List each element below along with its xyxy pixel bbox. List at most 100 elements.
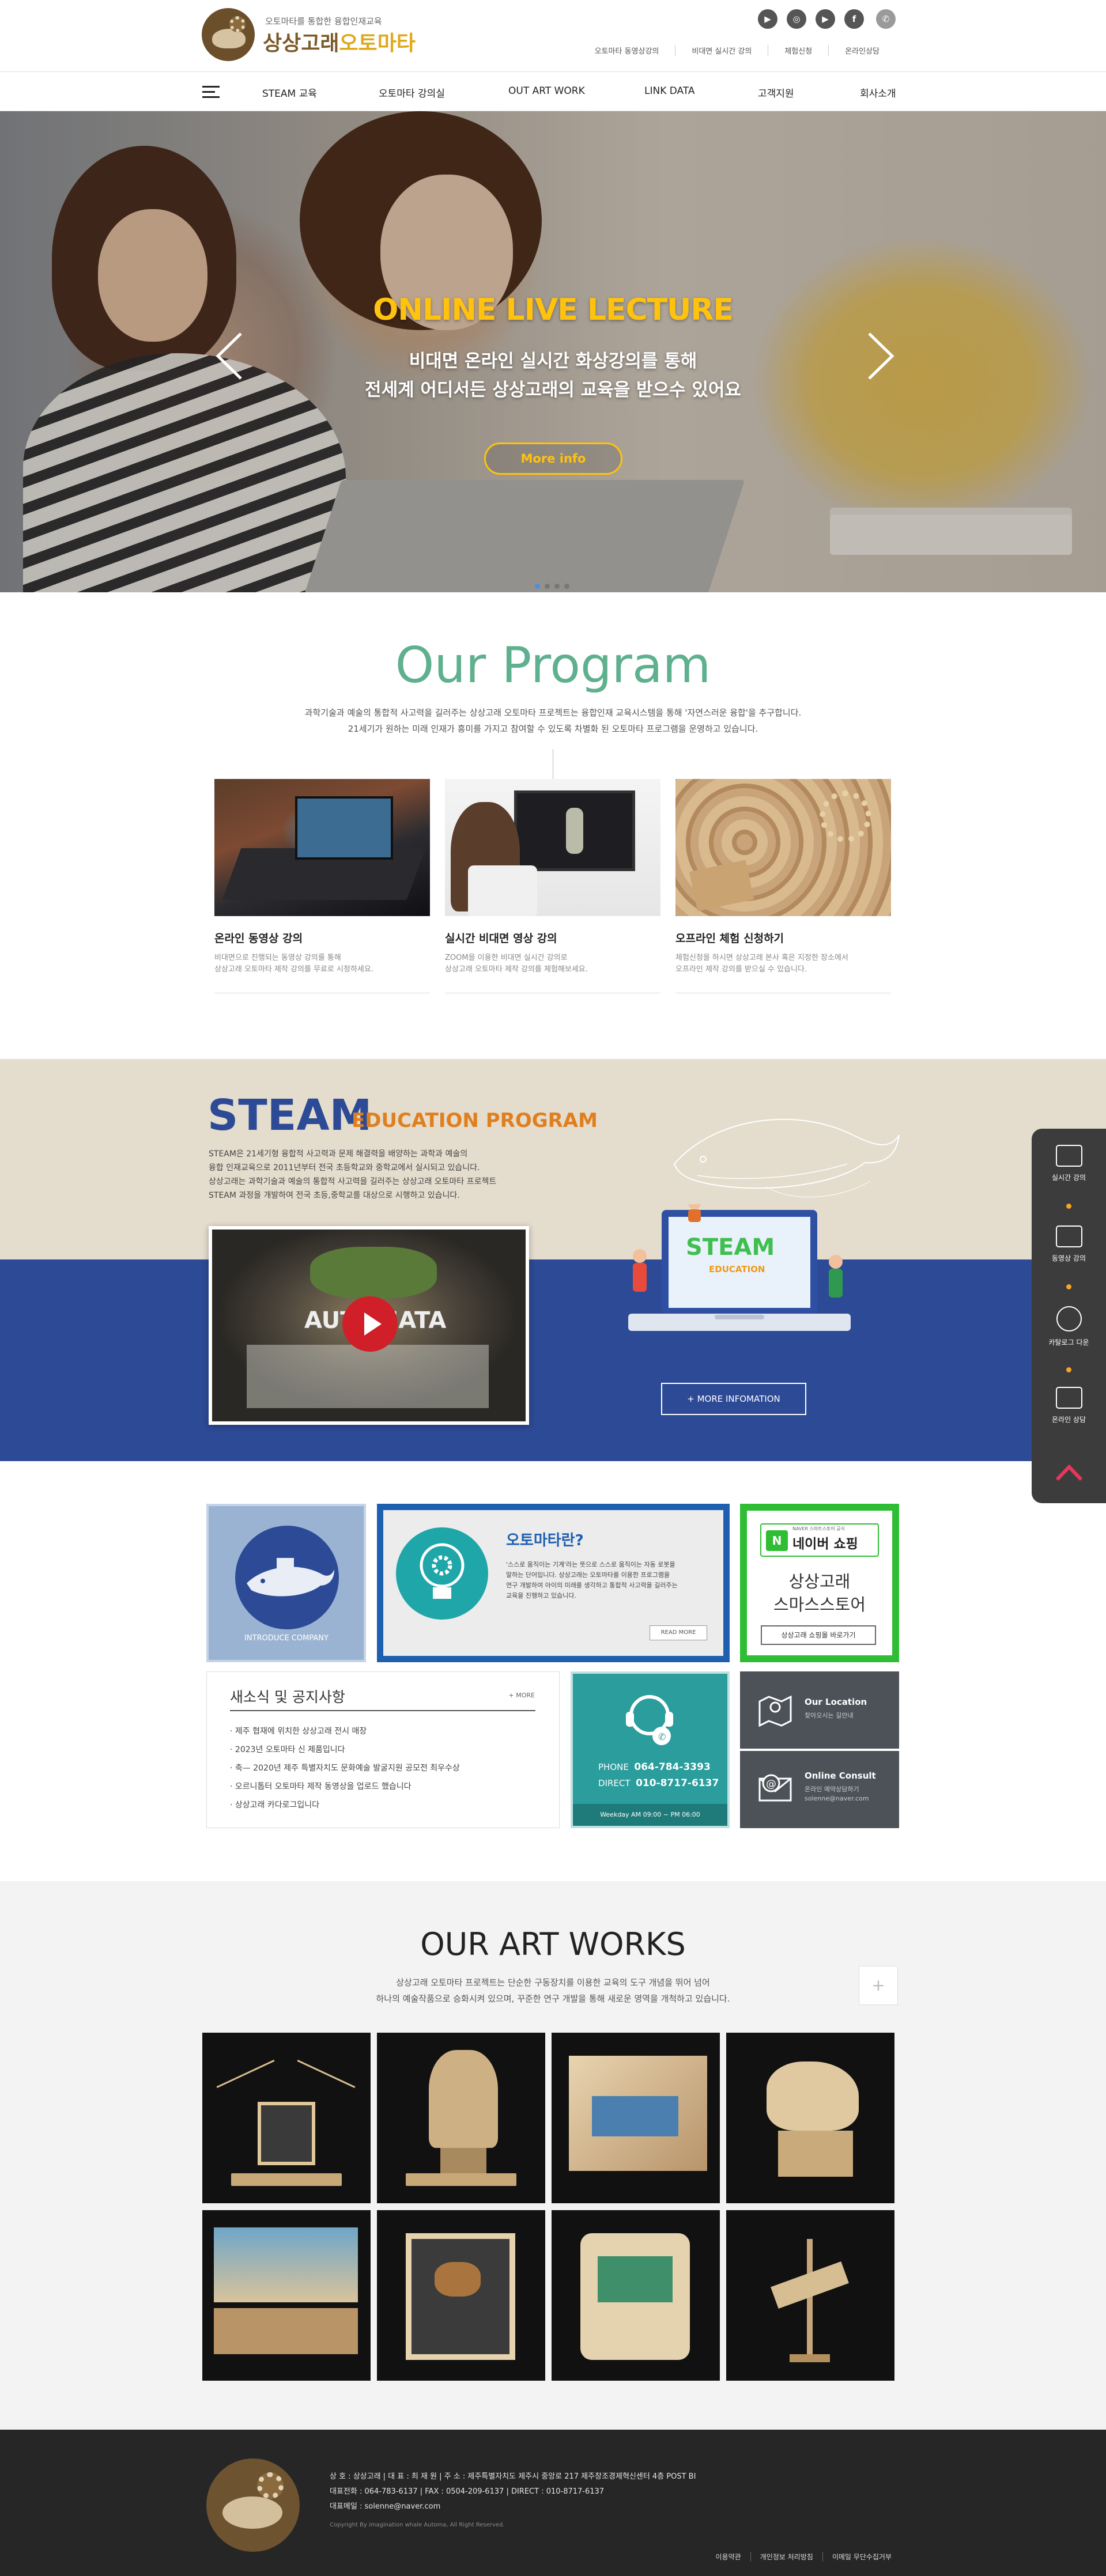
read-more-button[interactable]: READ MORE — [650, 1625, 707, 1640]
slide-dot[interactable] — [554, 584, 560, 589]
facebook-icon[interactable]: f — [844, 9, 864, 29]
program-title: Our Program — [395, 637, 711, 694]
art-more-button[interactable]: + — [859, 1966, 898, 2005]
footer-email-info: 대표메일 : solenne@naver.com — [330, 2502, 441, 2511]
footer-company-info: 상 호 : 상상고래 | 대 표 : 최 재 원 | 주 소 : 제주특별자치도… — [330, 2472, 696, 2481]
steam-laptop-illustration: STEAM EDUCATION — [628, 1197, 851, 1354]
art-works-description-2: 하나의 예술작품으로 승화시켜 있으며, 꾸준한 연구 개발을 통해 새로운 영… — [376, 1994, 730, 2004]
logo-text[interactable]: 상상고래오토마타 — [263, 27, 416, 56]
art-work-tile[interactable] — [377, 2210, 545, 2381]
news-item[interactable]: · 2023년 오토마타 신 제품입니다 — [230, 1743, 345, 1755]
quick-item-consult[interactable]: 온라인 상담 — [1032, 1387, 1106, 1424]
art-work-tile[interactable] — [377, 2033, 545, 2203]
hero-subtitle-1: 비대면 온라인 실시간 화상강의를 통해 — [409, 351, 697, 372]
logo-text-a: 상상고래 — [263, 32, 339, 55]
news-item[interactable]: · 상상고래 카다로그입니다 — [230, 1799, 319, 1810]
site-header: 오토마타를 통합한 융합인재교육 상상고래오토마타 ▶ ◎ ▶ f ✆ 오토마타… — [0, 0, 1106, 72]
util-link-live-lecture[interactable]: 비대면 실시간 강의 — [675, 45, 768, 56]
introduce-company-box[interactable]: INTRODUCE COMPANY — [206, 1504, 366, 1662]
steam-video-player[interactable]: AUTOMATA — [209, 1226, 529, 1425]
program-card-text-line: 비대면으로 진행되는 동영상 강의를 통해 — [214, 954, 341, 962]
program-card-offline[interactable]: 오프라인 체험 신청하기 체험신청을 하시면 상상고래 본사 혹은 지정한 장소… — [675, 779, 891, 993]
util-link-consult[interactable]: 온라인상담 — [828, 45, 896, 56]
program-image-online — [214, 779, 430, 916]
news-item[interactable]: · 축— 2020년 제주 특별자치도 문화예술 발굴지원 공모전 최우수상 — [230, 1762, 460, 1773]
what-is-automata-box[interactable]: 오토마타란? '스스로 움직이는 기계'라는 뜻으로 스스로 움직이는 자동 로… — [377, 1504, 730, 1662]
quick-item-download[interactable]: 카탈로그 다운 — [1032, 1306, 1106, 1347]
hero-title: ONLINE LIVE LECTURE — [373, 293, 734, 327]
steam-subtitle: EDUCATION PROGRAM — [352, 1109, 598, 1132]
what-paragraph: 말하는 단어입니다. 상상고래는 오토마타를 이용한 프로그램을 — [506, 1571, 670, 1579]
news-item[interactable]: · 오르니톱터 오토마타 제작 동영상을 업로드 했습니다 — [230, 1780, 412, 1792]
naver-shopping-box[interactable]: N NAVER 스마트스토어 공식 네이버 쇼핑 상상고래 스마스스토어 상상고… — [740, 1504, 899, 1662]
logo-text-b: 오토마타 — [339, 32, 416, 55]
naver-shopping-logo: N NAVER 스마트스토어 공식 네이버 쇼핑 — [760, 1523, 879, 1557]
slide-dot[interactable] — [545, 584, 550, 589]
video-icon[interactable]: ▶ — [758, 9, 777, 29]
news-title: 새소식 및 공지사항 — [230, 1689, 345, 1705]
program-description-1: 과학기술과 예술의 통합적 사고력을 길러주는 상상고래 오토마타 프로젝트는 … — [304, 708, 802, 718]
play-icon[interactable] — [342, 1296, 398, 1352]
online-consult-box[interactable]: @ Online Consult 온라인 예약상담하기 solenne@nave… — [740, 1751, 899, 1828]
consult-subtitle: 온라인 예약상담하기 — [805, 1786, 859, 1793]
quick-item-live-lecture[interactable]: 실시간 강의 — [1032, 1145, 1106, 1182]
more-information-button[interactable]: + MORE INFOMATION — [661, 1383, 806, 1415]
slide-dot[interactable] — [535, 584, 540, 589]
nav-item-classroom[interactable]: 오토마타 강의실 — [379, 85, 445, 100]
program-card-text: 체험신청을 하시면 상상고래 본사 혹은 지정한 장소에서 오프라인 제작 강의… — [675, 952, 891, 975]
art-work-tile[interactable] — [552, 2210, 720, 2381]
whale-logo-icon[interactable] — [202, 8, 255, 61]
instagram-icon[interactable]: ◎ — [787, 9, 806, 29]
news-more-link[interactable]: + MORE — [509, 1692, 535, 1699]
footer-link-privacy[interactable]: 개인정보 처리방침 — [750, 2552, 822, 2562]
slide-dot[interactable] — [564, 584, 569, 589]
news-item[interactable]: · 제주 협재에 위치한 상상고래 전시 매장 — [230, 1725, 367, 1737]
our-location-box[interactable]: Our Location 찾아오시는 길안내 — [740, 1671, 899, 1749]
steam-paragraph: 융합 인재교육으로 2011년부터 전국 초등학교와 중학교에서 실시되고 있습… — [209, 1163, 480, 1172]
whale-illustration-icon — [673, 1118, 900, 1198]
program-card-live[interactable]: 실시간 비대면 영상 강의 ZOOM을 이용한 비대면 실시간 강의로 상상고래… — [445, 779, 660, 993]
nav-item-about[interactable]: 회사소개 — [860, 85, 896, 100]
news-notice-box: 새소식 및 공지사항 + MORE · 제주 협재에 위치한 상상고래 전시 매… — [206, 1671, 560, 1828]
shop-link-button[interactable]: 상상고래 쇼핑몰 바로가기 — [761, 1625, 876, 1645]
art-work-tile[interactable] — [202, 2210, 371, 2381]
video-lecture-icon — [1055, 1225, 1082, 1247]
program-card-online[interactable]: 온라인 동영상 강의 비대면으로 진행되는 동영상 강의를 통해 상상고래 오토… — [214, 779, 430, 993]
nav-item-support[interactable]: 고객지원 — [758, 85, 794, 100]
consult-icon — [1055, 1387, 1082, 1409]
steam-paragraph: 상상고래는 과학기술과 예술의 통합적 사고력을 길러주는 상상고래 오토마타 … — [209, 1177, 497, 1186]
program-card-title: 온라인 동영상 강의 — [214, 932, 303, 945]
hero-subtitle-2: 전세계 어디서든 상상고래의 교육을 받으수 있어요 — [365, 380, 741, 400]
main-nav: STEAM 교육 오토마타 강의실 OUT ART WORK LINK DATA… — [0, 72, 1106, 111]
util-link-experience[interactable]: 체험신청 — [768, 45, 828, 56]
next-slide-icon[interactable] — [863, 330, 898, 382]
slide-indicator — [535, 584, 569, 589]
what-paragraph: 교육을 진행하고 있습니다. — [506, 1592, 576, 1599]
util-link-video-lecture[interactable]: 오토마타 동영상강의 — [579, 45, 675, 56]
art-work-tile[interactable] — [726, 2210, 894, 2381]
store-name-1: 상상고래 — [788, 1572, 851, 1591]
footer-link-terms[interactable]: 이용약관 — [707, 2552, 750, 2562]
youtube-icon[interactable]: ▶ — [816, 9, 835, 29]
nav-item-steam[interactable]: STEAM 교육 — [262, 85, 317, 100]
menu-icon[interactable] — [202, 86, 220, 99]
quick-item-label: 실시간 강의 — [1051, 1174, 1086, 1182]
more-info-button[interactable]: More info — [484, 442, 622, 475]
quick-item-video-lecture[interactable]: 동영상 강의 — [1032, 1225, 1106, 1263]
program-card-text-line: 오프라인 제작 강의를 받으실 수 있습니다. — [675, 965, 807, 974]
art-work-tile[interactable] — [726, 2033, 894, 2203]
nav-item-artwork[interactable]: OUT ART WORK — [508, 85, 585, 97]
footer-link-email-refusal[interactable]: 이메일 무단수집거부 — [822, 2552, 901, 2562]
naver-small-text: NAVER 스마트스토어 공식 — [792, 1526, 845, 1531]
art-work-tile[interactable] — [552, 2033, 720, 2203]
quick-item-label: 동영상 강의 — [1051, 1254, 1086, 1262]
phone-number: 064-784-3393 — [634, 1761, 711, 1773]
consult-email[interactable]: solenne@naver.com — [805, 1795, 869, 1802]
kakao-icon[interactable]: ✆ — [876, 9, 896, 29]
chevron-up-icon[interactable] — [1055, 1460, 1084, 1483]
prev-slide-icon[interactable] — [212, 330, 247, 382]
nav-item-link-data[interactable]: LINK DATA — [644, 85, 695, 97]
program-card-text-line: 체험신청을 하시면 상상고래 본사 혹은 지정한 장소에서 — [675, 954, 848, 962]
headset-icon: ✆ — [618, 1686, 681, 1750]
art-work-tile[interactable] — [202, 2033, 371, 2203]
